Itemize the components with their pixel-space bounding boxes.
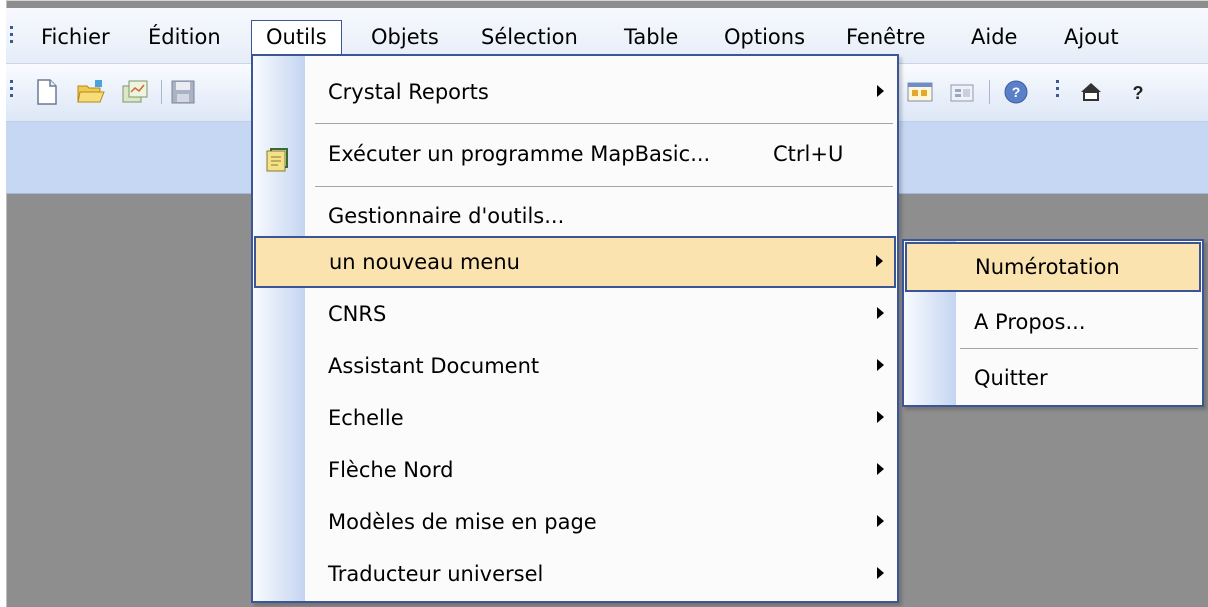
svg-text:?: ? <box>1012 84 1021 100</box>
menu-ajout[interactable]: Ajout <box>1064 22 1119 52</box>
menu-item-label: CNRS <box>328 302 387 326</box>
menu-item-shortcut: Ctrl+U <box>773 142 844 166</box>
question-mark-icon[interactable]: ? <box>1128 78 1154 106</box>
submenu-arrow-icon <box>877 85 884 97</box>
menu-selection[interactable]: Sélection <box>481 22 578 52</box>
submenu-arrow-icon <box>877 307 884 319</box>
menubar-grip-icon[interactable] <box>10 26 14 47</box>
submenu-arrow-icon <box>877 567 884 579</box>
menu-item-label: Echelle <box>328 406 404 430</box>
submenu-item-label: Quitter <box>974 366 1048 390</box>
menu-item-cnrs[interactable]: CNRS <box>253 288 897 340</box>
open-folder-icon[interactable] <box>76 78 105 106</box>
menu-item-label: Flèche Nord <box>328 458 454 482</box>
submenu-item-numerotation[interactable]: Numérotation <box>905 242 1201 292</box>
menu-item-label: Traducteur universel <box>328 562 544 586</box>
menu-item-crystal-reports[interactable]: Crystal Reports <box>253 66 897 118</box>
submenu-arrow-icon <box>877 359 884 371</box>
outils-dropdown-menu: Crystal Reports Exécuter un programme Ma… <box>251 54 899 603</box>
menu-separator <box>315 123 893 124</box>
menu-fichier[interactable]: Fichier <box>41 22 110 52</box>
menu-options[interactable]: Options <box>724 22 805 52</box>
mapbasic-run-icon <box>265 140 289 172</box>
submenu-arrow-icon <box>877 463 884 475</box>
menu-item-run-mapbasic[interactable]: Exécuter un programme MapBasic... Ctrl+U <box>253 128 897 180</box>
legend-window-icon[interactable] <box>948 78 974 106</box>
home-icon[interactable] <box>1078 78 1104 106</box>
menu-separator <box>960 348 1198 349</box>
menu-item-un-nouveau-menu[interactable]: un nouveau menu <box>254 236 896 288</box>
help-icon[interactable]: ? <box>1002 78 1028 106</box>
un-nouveau-menu-submenu: Numérotation A Propos... Quitter <box>902 239 1204 407</box>
menu-item-label: un nouveau menu <box>329 250 520 274</box>
submenu-item-quitter[interactable]: Quitter <box>904 353 1202 403</box>
menu-fenetre[interactable]: Fenêtre <box>846 22 925 52</box>
menu-item-gestionnaire-outils[interactable]: Gestionnaire d'outils... <box>253 190 897 242</box>
menu-item-echelle[interactable]: Echelle <box>253 392 897 444</box>
toolbar-separator <box>989 80 990 104</box>
submenu-arrow-icon <box>877 515 884 527</box>
menu-item-label: Crystal Reports <box>328 80 489 104</box>
menu-item-label: Exécuter un programme MapBasic... <box>328 142 711 166</box>
menu-item-traducteur-universel[interactable]: Traducteur universel <box>253 548 897 600</box>
menu-item-label: Modèles de mise en page <box>328 510 597 534</box>
menu-item-assistant-document[interactable]: Assistant Document <box>253 340 897 392</box>
submenu-arrow-icon <box>877 411 884 423</box>
toolbar-grip-icon[interactable] <box>1056 80 1060 101</box>
menu-separator <box>315 186 893 187</box>
svg-text:?: ? <box>1133 83 1144 103</box>
submenu-arrow-icon <box>876 255 883 267</box>
menu-edition[interactable]: Édition <box>148 22 221 52</box>
menu-table[interactable]: Table <box>624 22 678 52</box>
submenu-item-label: Numérotation <box>975 255 1120 279</box>
open-workspace-icon[interactable] <box>121 78 148 106</box>
submenu-item-label: A Propos... <box>974 310 1086 334</box>
menu-item-label: Assistant Document <box>328 354 540 378</box>
new-document-icon[interactable] <box>34 78 60 106</box>
menu-item-fleche-nord[interactable]: Flèche Nord <box>253 444 897 496</box>
menu-item-label: Gestionnaire d'outils... <box>328 204 565 228</box>
menu-item-modeles-mise-en-page[interactable]: Modèles de mise en page <box>253 496 897 548</box>
toolbar-separator <box>161 80 162 104</box>
layout-window-icon[interactable] <box>906 78 933 106</box>
toolbar-grip-icon[interactable] <box>10 80 14 101</box>
submenu-item-a-propos[interactable]: A Propos... <box>904 297 1202 347</box>
menu-objets[interactable]: Objets <box>371 22 439 52</box>
menu-aide[interactable]: Aide <box>971 22 1017 52</box>
save-icon[interactable] <box>169 78 195 106</box>
